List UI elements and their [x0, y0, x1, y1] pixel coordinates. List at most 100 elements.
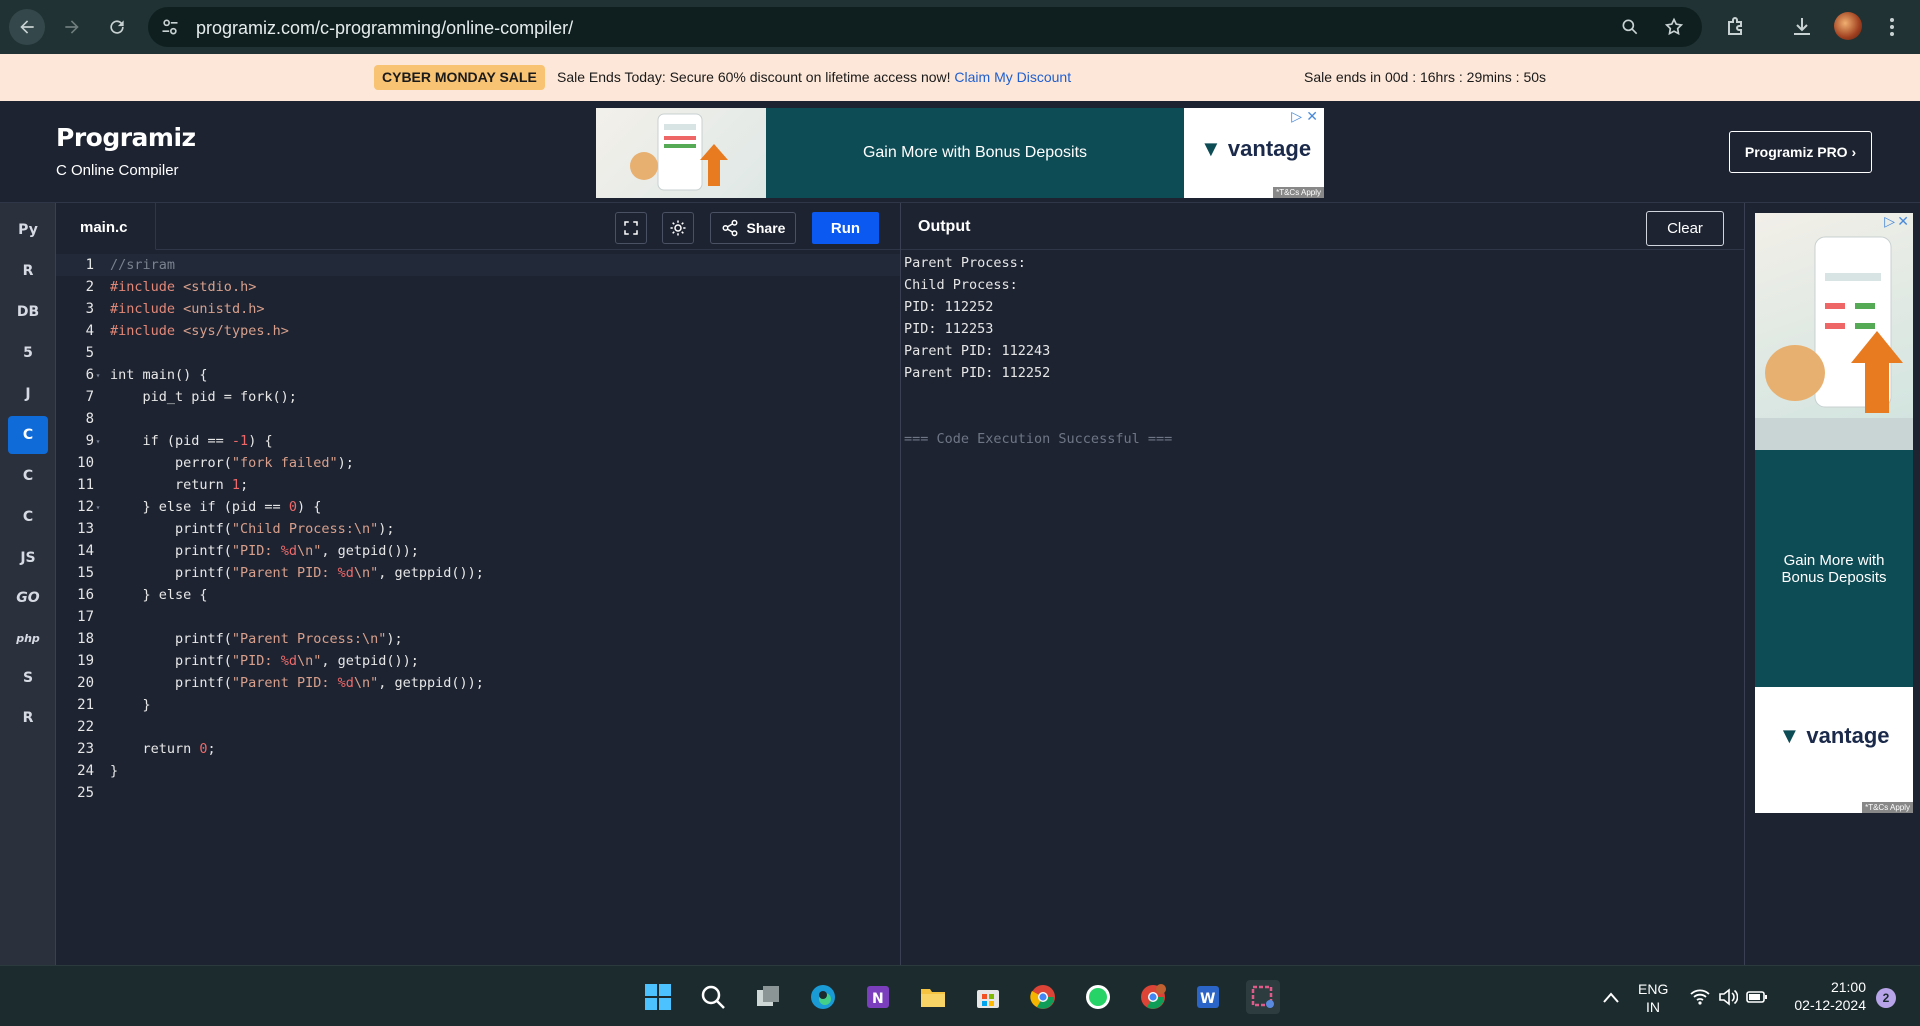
code-line[interactable]: 4 #include <sys/types.h> [56, 320, 900, 342]
taskbar-chrome-profile[interactable] [1136, 980, 1170, 1014]
programiz-pro-button[interactable]: Programiz PRO › [1729, 131, 1872, 173]
pane-divider[interactable] [900, 203, 901, 965]
language-javascript-icon[interactable]: JS [8, 539, 48, 577]
site-settings-icon[interactable] [160, 17, 180, 37]
code-line[interactable]: 14 printf("PID: %d\n", getpid()); [56, 540, 900, 562]
code-line[interactable]: 13 printf("Child Process:\n"); [56, 518, 900, 540]
language-php-icon[interactable]: php [8, 619, 48, 657]
side-banner-ad[interactable]: Gain More with Bonus Deposits ▼ vantage … [1755, 213, 1913, 813]
code-editor[interactable]: 1 //sriram 2 #include <stdio.h> 3 #include <u… [56, 250, 900, 965]
code-line[interactable]: 21 } [56, 694, 900, 716]
code-line[interactable]: 16 } else { [56, 584, 900, 606]
ad-brand-logo: ▼ vantage [1200, 136, 1312, 161]
download-icon[interactable] [1790, 15, 1814, 39]
chevron-up-icon[interactable] [1602, 990, 1620, 1004]
side-ad-close-icon[interactable]: ✕ [1897, 213, 1909, 230]
code-line[interactable]: 2 #include <stdio.h> [56, 276, 900, 298]
java-icon: J [25, 386, 31, 402]
fold-arrow-icon[interactable]: ▾ [94, 437, 102, 446]
code-line[interactable]: 20 printf("Parent PID: %d\n", getppid())… [56, 672, 900, 694]
wifi-icon[interactable] [1690, 988, 1710, 1006]
windows-logo-icon [645, 984, 671, 1010]
theme-toggle-button[interactable] [662, 212, 694, 244]
clock[interactable]: 21:00 02-12-2024 [1786, 978, 1866, 1014]
taskbar-chrome[interactable] [1026, 980, 1060, 1014]
fold-arrow-icon[interactable]: ▾ [94, 371, 102, 380]
language-rust-icon[interactable]: R [8, 699, 48, 737]
taskbar-whatsapp[interactable] [1081, 980, 1115, 1014]
line-number: 20 [77, 675, 94, 691]
code-line[interactable]: 10 perror("fork failed"); [56, 452, 900, 474]
code-line[interactable]: 18 printf("Parent Process:\n"); [56, 628, 900, 650]
profile-avatar[interactable] [1834, 12, 1862, 40]
fold-arrow-icon[interactable]: ▾ [94, 503, 102, 512]
code-line[interactable]: 5 [56, 342, 900, 364]
code-line[interactable]: 22 [56, 716, 900, 738]
taskbar-word[interactable]: W [1191, 980, 1225, 1014]
code-line[interactable]: 12 ▾ } else if (pid == 0) { [56, 496, 900, 518]
address-bar[interactable]: programiz.com/c-programming/online-compi… [148, 7, 1702, 47]
line-number: 15 [77, 565, 94, 581]
code-line[interactable]: 24} [56, 760, 900, 782]
code-line[interactable]: 19 printf("PID: %d\n", getpid()); [56, 650, 900, 672]
code-line[interactable]: 9 ▾ if (pid == -1) { [56, 430, 900, 452]
claim-discount-link[interactable]: Claim My Discount [954, 69, 1071, 85]
volume-icon[interactable] [1718, 988, 1738, 1006]
extensions-icon[interactable] [1724, 15, 1748, 39]
code-line[interactable]: 11 return 1; [56, 474, 900, 496]
code-line[interactable]: 1 //sriram [56, 254, 900, 276]
share-button[interactable]: Share [710, 212, 796, 244]
language-swift-icon[interactable]: S [8, 659, 48, 697]
bookmark-star-icon[interactable] [1664, 17, 1684, 37]
code-line[interactable]: 6 ▾ int main() { [56, 364, 900, 386]
clock-time: 21:00 [1830, 979, 1866, 995]
code-line[interactable]: 17 [56, 606, 900, 628]
taskbar-onenote[interactable]: N [861, 980, 895, 1014]
top-banner-ad[interactable]: Gain More with Bonus Deposits ▼ vantage … [596, 108, 1324, 198]
taskbar-store[interactable] [971, 980, 1005, 1014]
taskbar-search[interactable] [696, 980, 730, 1014]
file-tab[interactable]: main.c [56, 203, 156, 250]
code-line[interactable]: 8 [56, 408, 900, 430]
line-number: 3 [85, 301, 94, 317]
language-cpp-icon[interactable]: C [8, 457, 48, 495]
language-r-icon[interactable]: R [8, 252, 48, 290]
code-line[interactable]: 7 pid_t pid = fork(); [56, 386, 900, 408]
menu-kebab-icon[interactable] [1880, 15, 1904, 39]
code-text: #include <sys/types.h> [110, 323, 289, 339]
zoom-icon[interactable] [1620, 17, 1640, 37]
language-python-icon[interactable]: Py [8, 211, 48, 249]
side-ad-choices-icon[interactable]: ▷ [1884, 213, 1895, 230]
input-language[interactable]: ENG IN [1638, 980, 1668, 1016]
task-view-button[interactable] [751, 980, 785, 1014]
back-button[interactable] [9, 9, 45, 45]
onenote-icon: N [867, 986, 889, 1008]
ad-close-icon[interactable]: ✕ [1306, 108, 1318, 125]
arrow-left-icon [20, 20, 34, 34]
code-line[interactable]: 3 #include <unistd.h> [56, 298, 900, 320]
taskbar-edge[interactable] [806, 980, 840, 1014]
fullscreen-button[interactable] [615, 212, 647, 244]
run-button[interactable]: Run [812, 212, 879, 244]
language-csharp-icon[interactable]: C [8, 498, 48, 536]
start-button[interactable] [641, 980, 675, 1014]
taskbar-file-explorer[interactable] [916, 980, 950, 1014]
code-line[interactable]: 15 printf("Parent PID: %d\n", getppid())… [56, 562, 900, 584]
notification-badge[interactable]: 2 [1876, 988, 1896, 1008]
code-line[interactable]: 25 [56, 782, 900, 804]
reload-button[interactable] [99, 9, 135, 45]
language-go-icon[interactable]: GO [8, 579, 48, 617]
forward-button[interactable] [54, 9, 90, 45]
code-line[interactable]: 23 return 0; [56, 738, 900, 760]
language-java-icon[interactable]: J [8, 375, 48, 413]
ad-choices-icon[interactable]: ▷ [1291, 108, 1302, 125]
programiz-logo[interactable]: Programiz [56, 123, 196, 152]
battery-icon[interactable] [1746, 990, 1768, 1004]
ad-headline: Gain More with Bonus Deposits [766, 108, 1184, 198]
language-html-icon[interactable]: 5 [8, 334, 48, 372]
clear-button[interactable]: Clear [1646, 211, 1724, 246]
taskbar-snipping-tool[interactable] [1246, 980, 1280, 1014]
code-text: printf("Parent PID: %d\n", getppid()); [110, 565, 484, 581]
language-sql-icon[interactable]: DB [8, 293, 48, 331]
language-c-icon[interactable]: C [8, 416, 48, 454]
